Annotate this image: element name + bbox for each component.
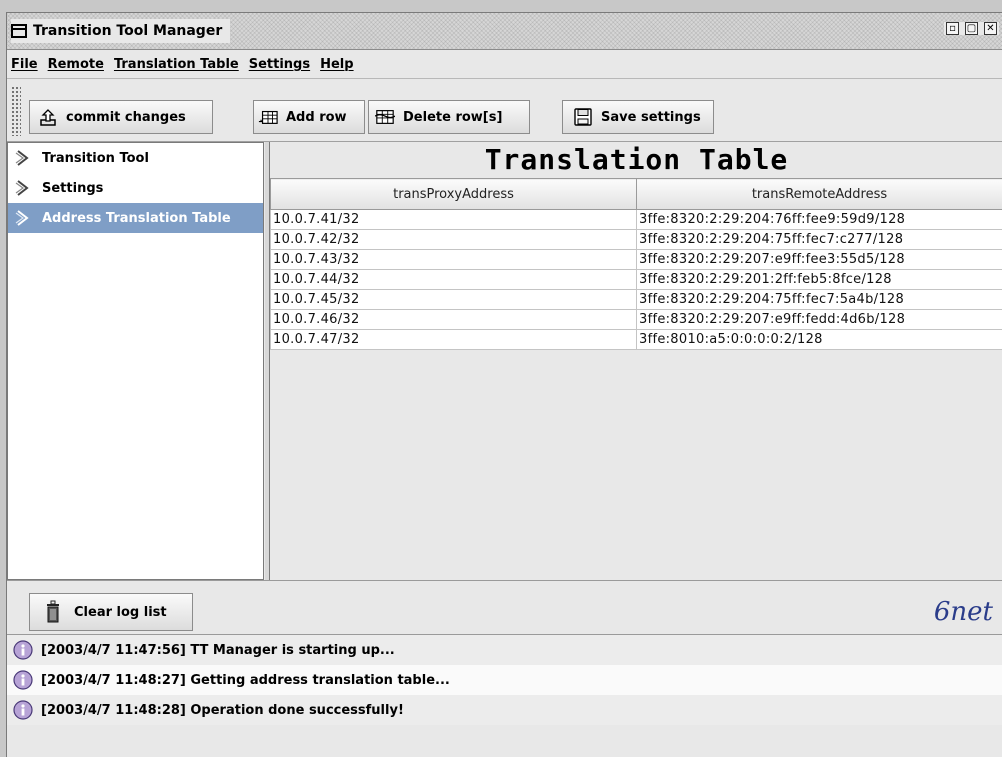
proxy-address-cell[interactable]: 10.0.7.46/32	[271, 310, 637, 330]
delete-rows-label: Delete row[s]	[403, 110, 502, 125]
log-entry-text: [2003/4/7 11:48:28] Operation done succe…	[41, 703, 404, 718]
close-icon[interactable]: ✕	[984, 22, 997, 35]
save-settings-button[interactable]: Save settings	[562, 100, 714, 134]
tree-item-label: Transition Tool	[42, 151, 149, 166]
delete-rows-button[interactable]: Delete row[s]	[368, 100, 530, 134]
table-row[interactable]: 10.0.7.46/32 3ffe:8320:2:29:207:e9ff:fed…	[271, 310, 1002, 330]
menu-bar: File Remote Translation Table Settings H…	[7, 50, 1002, 79]
log-entry[interactable]: [2003/4/7 11:48:27] Getting address tran…	[7, 665, 1002, 695]
table-row[interactable]: 10.0.7.41/32 3ffe:8320:2:29:204:76ff:fee…	[271, 210, 1002, 230]
tree-item-label: Settings	[42, 181, 103, 196]
remote-address-cell[interactable]: 3ffe:8320:2:29:204:76ff:fee9:59d9/128	[637, 210, 1002, 230]
log-entry[interactable]: [2003/4/7 11:48:28] Operation done succe…	[7, 695, 1002, 725]
window-menu-icon[interactable]	[11, 24, 27, 38]
column-header-trans-proxy-address[interactable]: transProxyAddress	[271, 179, 637, 210]
add-row-button[interactable]: Add row	[253, 100, 365, 134]
info-icon	[13, 700, 33, 720]
trash-can-icon	[44, 600, 62, 624]
log-list: [2003/4/7 11:47:56] TT Manager is starti…	[7, 634, 1002, 757]
chevron-right-icon	[14, 179, 32, 197]
proxy-address-cell[interactable]: 10.0.7.41/32	[271, 210, 637, 230]
remote-address-cell[interactable]: 3ffe:8320:2:29:207:e9ff:fedd:4d6b/128	[637, 310, 1002, 330]
translation-table-panel: Translation Table transProxyAddress tran…	[269, 142, 1002, 580]
proxy-address-cell[interactable]: 10.0.7.45/32	[271, 290, 637, 310]
6net-logo: 6net	[934, 597, 993, 627]
table-title: Translation Table	[270, 142, 1002, 178]
upload-icon	[38, 107, 58, 127]
log-entry-text: [2003/4/7 11:47:56] TT Manager is starti…	[41, 643, 395, 658]
commit-changes-button[interactable]: commit changes	[29, 100, 213, 134]
commit-changes-label: commit changes	[66, 110, 186, 125]
info-icon	[13, 640, 33, 660]
remote-address-cell[interactable]: 3ffe:8320:2:29:207:e9ff:fee3:55d5/128	[637, 250, 1002, 270]
table-row[interactable]: 10.0.7.47/32 3ffe:8010:a5:0:0:0:0:2/128	[271, 330, 1002, 350]
minimize-icon[interactable]: ▫	[946, 22, 959, 35]
proxy-address-cell[interactable]: 10.0.7.44/32	[271, 270, 637, 290]
chevron-right-icon	[14, 149, 32, 167]
tree-item-settings[interactable]: Settings	[8, 173, 263, 203]
log-entry[interactable]: [2003/4/7 11:47:56] TT Manager is starti…	[7, 635, 1002, 665]
proxy-address-cell[interactable]: 10.0.7.42/32	[271, 230, 637, 250]
clear-log-list-button[interactable]: Clear log list	[29, 593, 193, 631]
clear-log-list-label: Clear log list	[74, 605, 167, 620]
window-title: Transition Tool Manager	[33, 23, 222, 39]
remote-address-cell[interactable]: 3ffe:8010:a5:0:0:0:0:2/128	[637, 330, 1002, 350]
toolbar-grip[interactable]	[11, 86, 21, 136]
proxy-address-cell[interactable]: 10.0.7.47/32	[271, 330, 637, 350]
add-row-label: Add row	[286, 110, 347, 125]
title-bar[interactable]: Transition Tool Manager ▫ ▢ ✕	[7, 13, 1002, 50]
app-window: Transition Tool Manager ▫ ▢ ✕ File Remot…	[6, 12, 1002, 757]
translation-table: transProxyAddress transRemoteAddress 10.…	[270, 178, 1002, 350]
title-group: Transition Tool Manager	[11, 19, 230, 43]
floppy-disk-icon	[573, 107, 593, 127]
table-row[interactable]: 10.0.7.45/32 3ffe:8320:2:29:204:75ff:fec…	[271, 290, 1002, 310]
menu-settings[interactable]: Settings	[249, 57, 310, 72]
tree-item-address-translation-table[interactable]: Address Translation Table	[8, 203, 263, 233]
info-icon	[13, 670, 33, 690]
menu-file[interactable]: File	[11, 57, 38, 72]
log-toolbar: Clear log list 6net	[7, 580, 1002, 635]
table-row[interactable]: 10.0.7.42/32 3ffe:8320:2:29:204:75ff:fec…	[271, 230, 1002, 250]
toolbar: commit changes Add row Delete row[s] Sav…	[7, 80, 1002, 142]
table-row[interactable]: 10.0.7.44/32 3ffe:8320:2:29:201:2ff:feb5…	[271, 270, 1002, 290]
save-settings-label: Save settings	[601, 110, 701, 125]
column-header-trans-remote-address[interactable]: transRemoteAddress	[637, 179, 1002, 210]
window-controls: ▫ ▢ ✕	[944, 22, 999, 35]
proxy-address-cell[interactable]: 10.0.7.43/32	[271, 250, 637, 270]
table-row[interactable]: 10.0.7.43/32 3ffe:8320:2:29:207:e9ff:fee…	[271, 250, 1002, 270]
tree-item-transition-tool[interactable]: Transition Tool	[8, 143, 263, 173]
menu-help[interactable]: Help	[320, 57, 353, 72]
menu-remote[interactable]: Remote	[48, 57, 104, 72]
log-entry-text: [2003/4/7 11:48:27] Getting address tran…	[41, 673, 450, 688]
tree-item-label: Address Translation Table	[42, 211, 231, 226]
menu-translation-table[interactable]: Translation Table	[114, 57, 239, 72]
add-row-icon	[258, 107, 278, 127]
delete-row-icon	[375, 107, 395, 127]
remote-address-cell[interactable]: 3ffe:8320:2:29:201:2ff:feb5:8fce/128	[637, 270, 1002, 290]
remote-address-cell[interactable]: 3ffe:8320:2:29:204:75ff:fec7:c277/128	[637, 230, 1002, 250]
chevron-right-icon	[14, 209, 32, 227]
navigation-tree: Transition Tool Settings Address Transla…	[7, 142, 264, 580]
remote-address-cell[interactable]: 3ffe:8320:2:29:204:75ff:fec7:5a4b/128	[637, 290, 1002, 310]
maximize-icon[interactable]: ▢	[965, 22, 978, 35]
